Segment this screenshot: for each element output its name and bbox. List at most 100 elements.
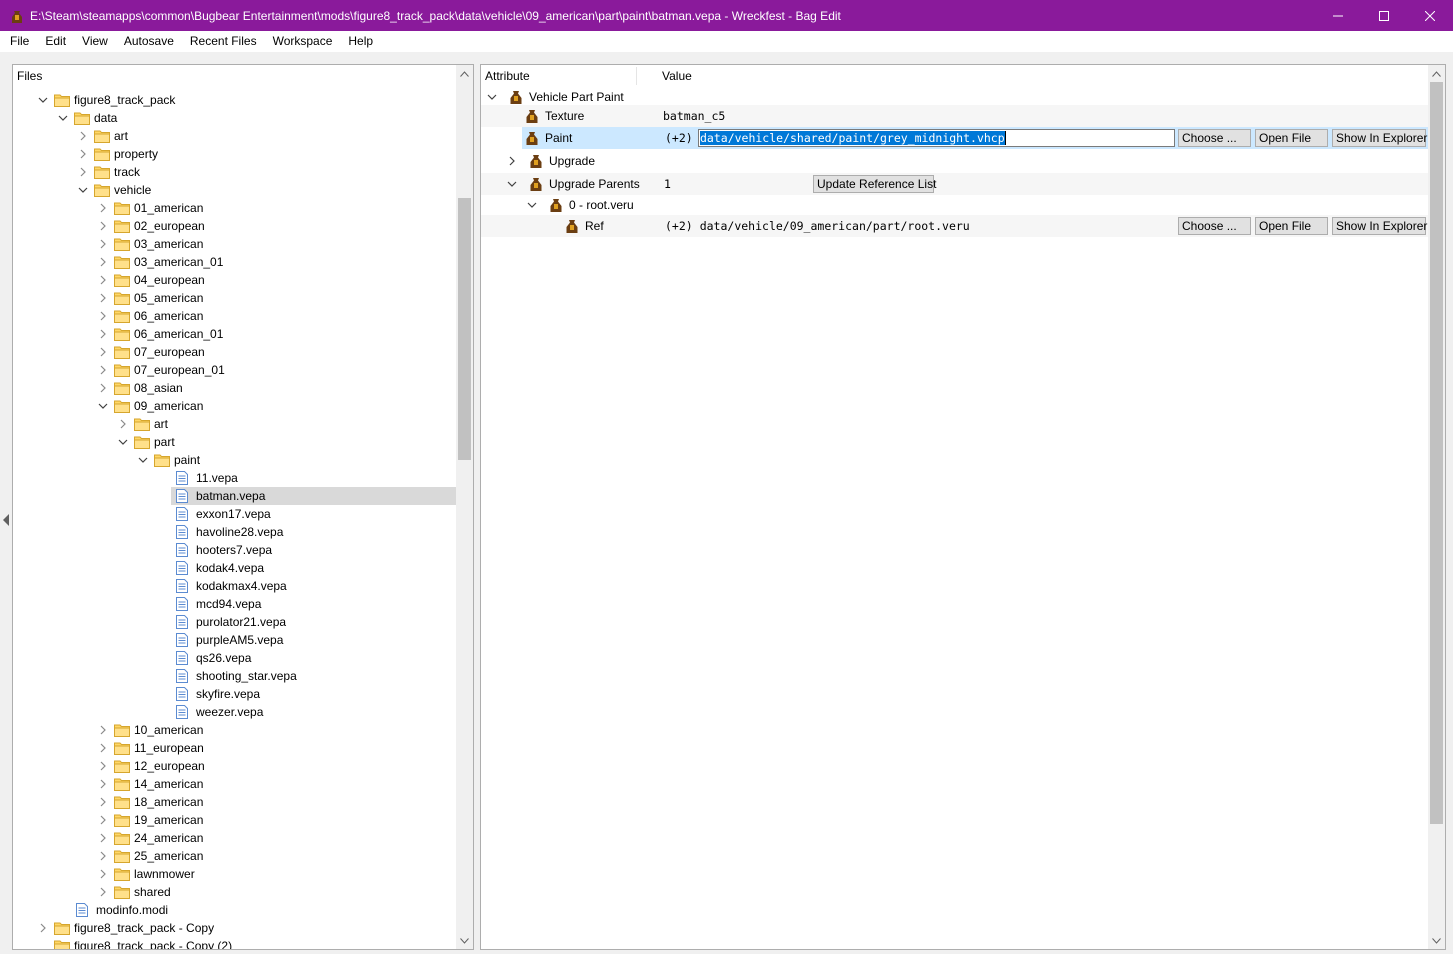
chevron-right-icon[interactable] <box>78 149 88 159</box>
tree-file-item[interactable]: exxon17.vepa <box>13 505 457 523</box>
attr-row-texture[interactable]: Texture batman_c5 <box>481 105 1429 127</box>
tree-folder-item[interactable]: 03_american <box>13 235 457 253</box>
tree-folder-item[interactable]: 10_american <box>13 721 457 739</box>
minimize-button[interactable] <box>1315 0 1361 31</box>
tree-file-item[interactable]: purolator21.vepa <box>13 613 457 631</box>
tree-file-item[interactable]: havoline28.vepa <box>13 523 457 541</box>
menu-recent-files[interactable]: Recent Files <box>182 31 265 52</box>
tree-folder-item[interactable]: 09_american <box>13 397 457 415</box>
tree-folder-item[interactable]: paint <box>13 451 457 469</box>
chevron-right-icon[interactable] <box>98 887 108 897</box>
menu-help[interactable]: Help <box>340 31 381 52</box>
tree-folder-item[interactable]: 05_american <box>13 289 457 307</box>
tree-folder-item[interactable]: part <box>13 433 457 451</box>
tree-folder-item[interactable]: 18_american <box>13 793 457 811</box>
tree-folder-item[interactable]: figure8_track_pack <box>13 91 457 109</box>
chevron-down-icon[interactable] <box>487 92 497 102</box>
tree-folder-item[interactable]: 25_american <box>13 847 457 865</box>
attr-row-upgrade-parents[interactable]: Upgrade Parents 1 Update Reference List <box>481 173 1429 195</box>
tree-folder-item[interactable]: property <box>13 145 457 163</box>
menu-file[interactable]: File <box>2 31 37 52</box>
column-value[interactable]: Value <box>658 65 692 87</box>
ref-open-file-button[interactable]: Open File <box>1255 217 1328 235</box>
tree-folder-item[interactable]: 07_european <box>13 343 457 361</box>
chevron-right-icon[interactable] <box>98 725 108 735</box>
chevron-right-icon[interactable] <box>98 257 108 267</box>
tree-file-item[interactable]: qs26.vepa <box>13 649 457 667</box>
update-reference-list-button[interactable]: Update Reference List <box>813 175 936 193</box>
maximize-button[interactable] <box>1361 0 1407 31</box>
chevron-right-icon[interactable] <box>98 365 108 375</box>
chevron-right-icon[interactable] <box>78 131 88 141</box>
tree-file-item[interactable]: mcd94.vepa <box>13 595 457 613</box>
attr-row-parent-0[interactable]: 0 - root.veru <box>481 194 1429 216</box>
tree-folder-item[interactable]: 07_european_01 <box>13 361 457 379</box>
chevron-down-icon[interactable] <box>78 185 88 195</box>
attr-row-ref[interactable]: Ref (+2) data/vehicle/09_american/part/r… <box>481 215 1429 237</box>
chevron-right-icon[interactable] <box>98 347 108 357</box>
menu-edit[interactable]: Edit <box>37 31 74 52</box>
chevron-right-icon[interactable] <box>98 293 108 303</box>
chevron-right-icon[interactable] <box>98 743 108 753</box>
attr-row-paint[interactable]: Paint (+2) data/vehicle/shared/paint/gre… <box>481 127 1429 149</box>
tree-folder-item[interactable]: 03_american_01 <box>13 253 457 271</box>
tree-folder-item[interactable]: 06_american <box>13 307 457 325</box>
tree-folder-item[interactable]: shared <box>13 883 457 901</box>
tree-folder-item[interactable]: 02_european <box>13 217 457 235</box>
tree-file-item[interactable]: kodakmax4.vepa <box>13 577 457 595</box>
chevron-right-icon[interactable] <box>507 156 517 166</box>
chevron-right-icon[interactable] <box>38 923 48 933</box>
chevron-right-icon[interactable] <box>98 311 108 321</box>
tree-file-item[interactable]: modinfo.modi <box>13 901 457 919</box>
chevron-right-icon[interactable] <box>98 203 108 213</box>
chevron-right-icon[interactable] <box>98 851 108 861</box>
chevron-down-icon[interactable] <box>138 455 148 465</box>
tree-folder-item[interactable]: 14_american <box>13 775 457 793</box>
chevron-down-icon[interactable] <box>38 95 48 105</box>
tree-folder-item[interactable]: 24_american <box>13 829 457 847</box>
tree-file-item[interactable]: kodak4.vepa <box>13 559 457 577</box>
chevron-right-icon[interactable] <box>98 869 108 879</box>
menu-view[interactable]: View <box>74 31 116 52</box>
attr-ref-value[interactable]: data/vehicle/09_american/part/root.veru <box>700 219 970 233</box>
chevron-right-icon[interactable] <box>98 833 108 843</box>
chevron-down-icon[interactable] <box>98 401 108 411</box>
scroll-down-icon[interactable] <box>1428 932 1445 949</box>
chevron-right-icon[interactable] <box>98 329 108 339</box>
ref-choose-button[interactable]: Choose ... <box>1178 217 1251 235</box>
attributes-scroll-thumb[interactable] <box>1430 82 1443 824</box>
tree-folder-item[interactable]: 11_european <box>13 739 457 757</box>
chevron-right-icon[interactable] <box>98 779 108 789</box>
tree-folder-item[interactable]: 08_asian <box>13 379 457 397</box>
tree-folder-item[interactable]: 19_american <box>13 811 457 829</box>
files-scrollbar[interactable] <box>456 65 473 949</box>
chevron-down-icon[interactable] <box>507 179 517 189</box>
chevron-right-icon[interactable] <box>98 221 108 231</box>
tree-folder-item[interactable]: track <box>13 163 457 181</box>
tree-folder-item[interactable]: 01_american <box>13 199 457 217</box>
ref-show-in-explorer-button[interactable]: Show In Explorer <box>1332 217 1427 235</box>
tree-folder-item[interactable]: art <box>13 415 457 433</box>
chevron-down-icon[interactable] <box>58 113 68 123</box>
scroll-up-icon[interactable] <box>1428 65 1445 82</box>
tree-folder-item[interactable]: art <box>13 127 457 145</box>
chevron-right-icon[interactable] <box>98 275 108 285</box>
attr-texture-value[interactable]: batman_c5 <box>663 105 725 127</box>
menu-autosave[interactable]: Autosave <box>116 31 182 52</box>
column-attribute[interactable]: Attribute <box>481 65 530 87</box>
collapse-panel-arrow-icon[interactable] <box>3 514 9 526</box>
chevron-down-icon[interactable] <box>118 437 128 447</box>
tree-file-item[interactable]: hooters7.vepa <box>13 541 457 559</box>
attributes-scrollbar[interactable] <box>1428 65 1445 949</box>
tree-file-item[interactable]: weezer.vepa <box>13 703 457 721</box>
chevron-right-icon[interactable] <box>118 419 128 429</box>
paint-path-input[interactable]: data/vehicle/shared/paint/grey_midnight.… <box>698 129 1175 147</box>
tree-folder-item[interactable]: 06_american_01 <box>13 325 457 343</box>
chevron-down-icon[interactable] <box>527 200 537 210</box>
close-button[interactable] <box>1407 0 1453 31</box>
scroll-up-icon[interactable] <box>456 65 473 82</box>
tree-file-item[interactable]: batman.vepa <box>13 487 457 505</box>
files-scroll-thumb[interactable] <box>458 198 471 460</box>
tree-folder-item[interactable]: figure8_track_pack - Copy <box>13 919 457 937</box>
tree-folder-item[interactable]: 12_european <box>13 757 457 775</box>
